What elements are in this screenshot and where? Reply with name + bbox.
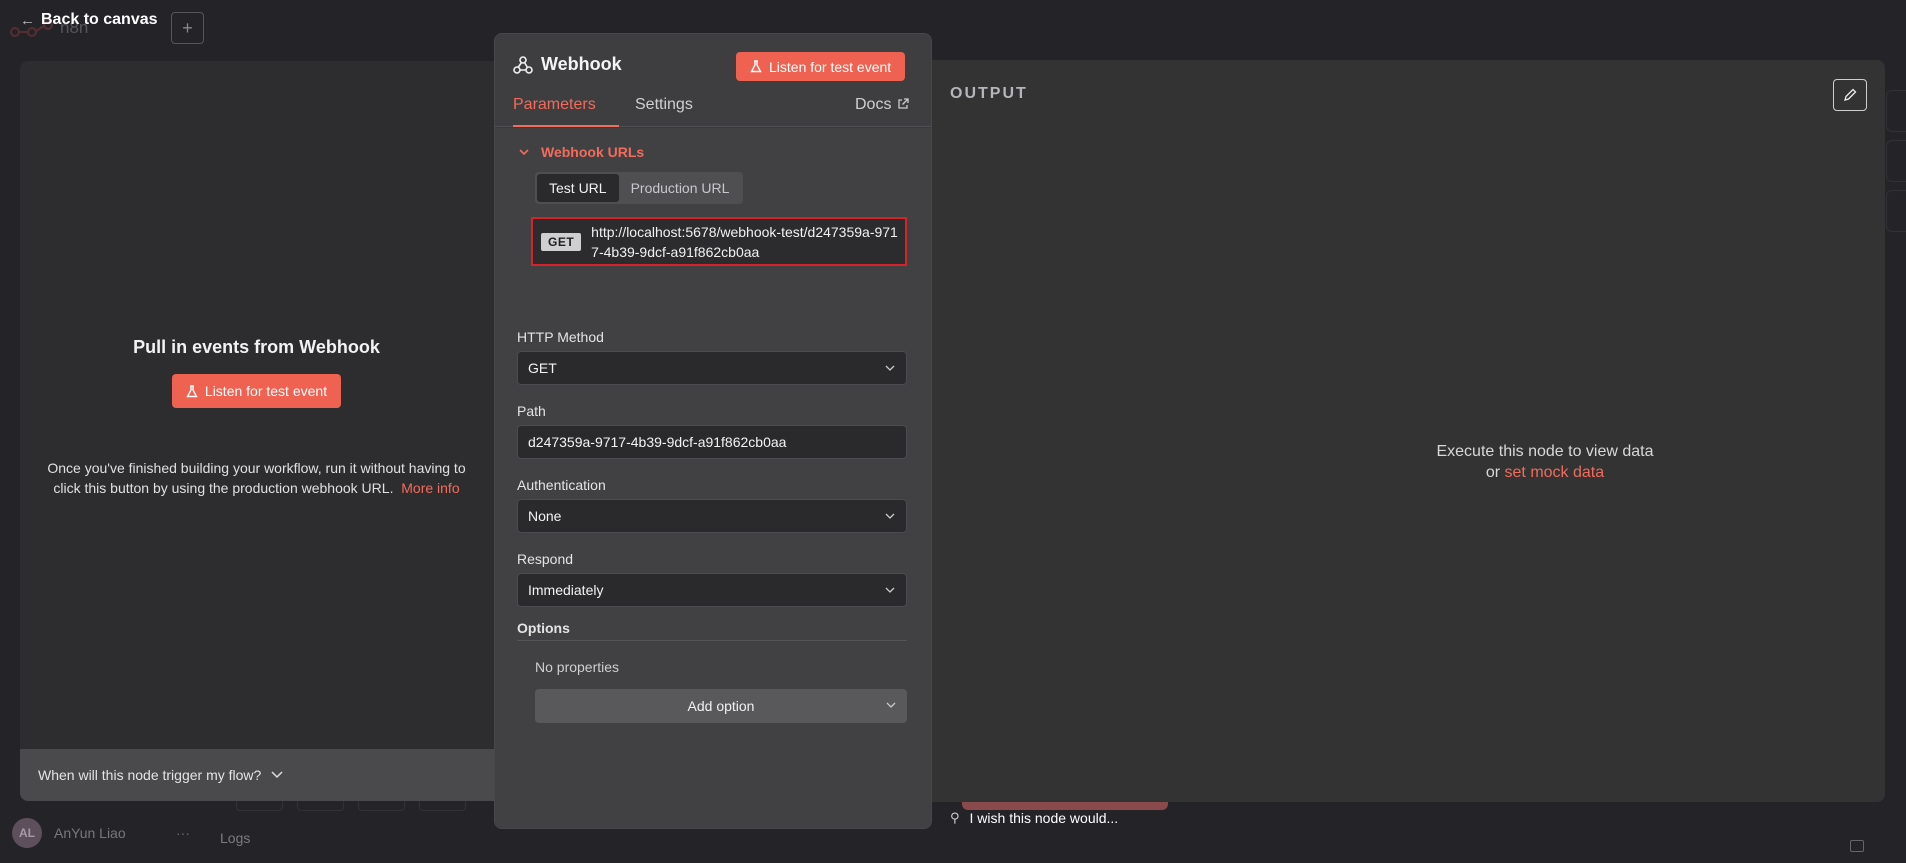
back-to-canvas-button[interactable]: ← Back to canvas bbox=[20, 11, 158, 29]
listen-for-test-event-button[interactable]: Listen for test event bbox=[171, 374, 342, 408]
lightbulb-icon: ⚲ bbox=[950, 810, 960, 825]
tab-settings[interactable]: Settings bbox=[635, 96, 693, 127]
node-listen-label: Listen for test event bbox=[769, 58, 892, 75]
no-properties-text: No properties bbox=[535, 659, 620, 675]
or-text: or bbox=[1485, 464, 1501, 481]
options-label: Options bbox=[517, 620, 570, 636]
webhook-icon bbox=[513, 55, 533, 74]
input-empty-state: Pull in events from Webhook Listen for t… bbox=[20, 337, 493, 498]
logs-panel-label[interactable]: Logs bbox=[220, 830, 250, 846]
node-title-text: Webhook bbox=[541, 54, 622, 74]
chevron-down-icon bbox=[886, 702, 896, 708]
input-panel: Pull in events from Webhook Listen for t… bbox=[20, 61, 497, 801]
set-mock-data-link[interactable]: set mock data bbox=[1505, 464, 1605, 481]
edit-output-button[interactable] bbox=[1833, 79, 1867, 111]
chevron-down-icon bbox=[885, 513, 895, 519]
http-method-label: HTTP Method bbox=[517, 329, 604, 345]
add-node-button[interactable]: + bbox=[171, 12, 204, 44]
options-divider bbox=[517, 640, 907, 641]
node-header: Webhook Listen for test event Parameters… bbox=[495, 34, 931, 127]
chevron-down-icon bbox=[885, 365, 895, 371]
test-url-button[interactable]: Test URL bbox=[537, 174, 619, 202]
http-method-select[interactable]: GET bbox=[517, 351, 907, 385]
mock-data-line: or set mock data bbox=[1295, 462, 1795, 483]
chevron-down-icon bbox=[519, 148, 529, 155]
trigger-question-text: When will this node trigger my flow? bbox=[38, 767, 262, 783]
logs-expand-icon[interactable] bbox=[1850, 840, 1864, 852]
chevron-down-icon bbox=[885, 587, 895, 593]
respond-select[interactable]: Immediately bbox=[517, 573, 907, 607]
tab-parameters[interactable]: Parameters bbox=[513, 96, 619, 127]
add-option-button[interactable]: Add option bbox=[535, 689, 907, 723]
output-message: Execute this node to view data or set mo… bbox=[1295, 441, 1795, 483]
node-listen-button[interactable]: Listen for test event bbox=[736, 52, 906, 81]
pencil-icon bbox=[1844, 88, 1857, 101]
node-details-panel: Webhook Listen for test event Parameters… bbox=[494, 33, 932, 829]
avatar: AL bbox=[12, 818, 42, 848]
more-info-link[interactable]: More info bbox=[401, 480, 459, 496]
authentication-value: None bbox=[528, 508, 562, 524]
listen-button-label: Listen for test event bbox=[204, 383, 328, 399]
external-link-icon bbox=[898, 98, 910, 109]
node-tabs: Parameters Settings Docs bbox=[495, 96, 931, 127]
arrow-left-icon: ← bbox=[20, 11, 35, 29]
chevron-down-icon bbox=[271, 771, 283, 779]
production-url-button[interactable]: Production URL bbox=[619, 174, 742, 202]
respond-label: Respond bbox=[517, 551, 574, 567]
feedback-text: I wish this node would... bbox=[969, 810, 1119, 826]
production-url-note: Once you've finished building your workf… bbox=[20, 458, 493, 498]
respond-value: Immediately bbox=[528, 582, 604, 598]
method-badge: GET bbox=[541, 232, 582, 251]
back-to-canvas-label: Back to canvas bbox=[41, 11, 158, 28]
output-panel: OUTPUT Execute this node to view data or… bbox=[932, 60, 1885, 802]
feedback-bar bbox=[962, 802, 1168, 810]
flask-icon bbox=[186, 384, 198, 397]
webhook-urls-label: Webhook URLs bbox=[541, 144, 645, 160]
output-panel-title: OUTPUT bbox=[950, 85, 1028, 102]
webhook-url-text: http://localhost:5678/webhook-test/d2473… bbox=[591, 223, 898, 260]
webhook-urls-toggle[interactable]: Webhook URLs bbox=[519, 144, 644, 160]
authentication-select[interactable]: None bbox=[517, 499, 907, 533]
path-input[interactable]: d247359a-9717-4b39-9dcf-a91f862cb0aa bbox=[517, 425, 907, 459]
trigger-info-toggle[interactable]: When will this node trigger my flow? bbox=[20, 749, 497, 801]
authentication-label: Authentication bbox=[517, 477, 606, 493]
flask-icon bbox=[750, 60, 762, 73]
webhook-url-box[interactable]: GET http://localhost:5678/webhook-test/d… bbox=[531, 217, 907, 266]
docs-label: Docs bbox=[855, 96, 892, 113]
feedback-link[interactable]: ⚲ I wish this node would... bbox=[950, 810, 1118, 826]
path-value: d247359a-9717-4b39-9dcf-a91f862cb0aa bbox=[528, 434, 787, 450]
user-name: AnYun Liao bbox=[54, 825, 126, 841]
docs-link[interactable]: Docs bbox=[855, 96, 910, 127]
node-title[interactable]: Webhook bbox=[513, 54, 622, 75]
http-method-value: GET bbox=[528, 360, 557, 376]
execute-message: Execute this node to view data bbox=[1436, 443, 1654, 460]
user-menu-icon[interactable]: ··· bbox=[176, 825, 190, 841]
add-option-label: Add option bbox=[687, 698, 755, 714]
path-label: Path bbox=[517, 403, 546, 419]
parameters-body: Webhook URLs Test URL Production URL GET… bbox=[495, 128, 931, 828]
input-panel-title: Pull in events from Webhook bbox=[133, 337, 380, 357]
user-profile[interactable]: AL AnYun Liao bbox=[12, 818, 126, 848]
url-type-toggle: Test URL Production URL bbox=[535, 172, 744, 204]
